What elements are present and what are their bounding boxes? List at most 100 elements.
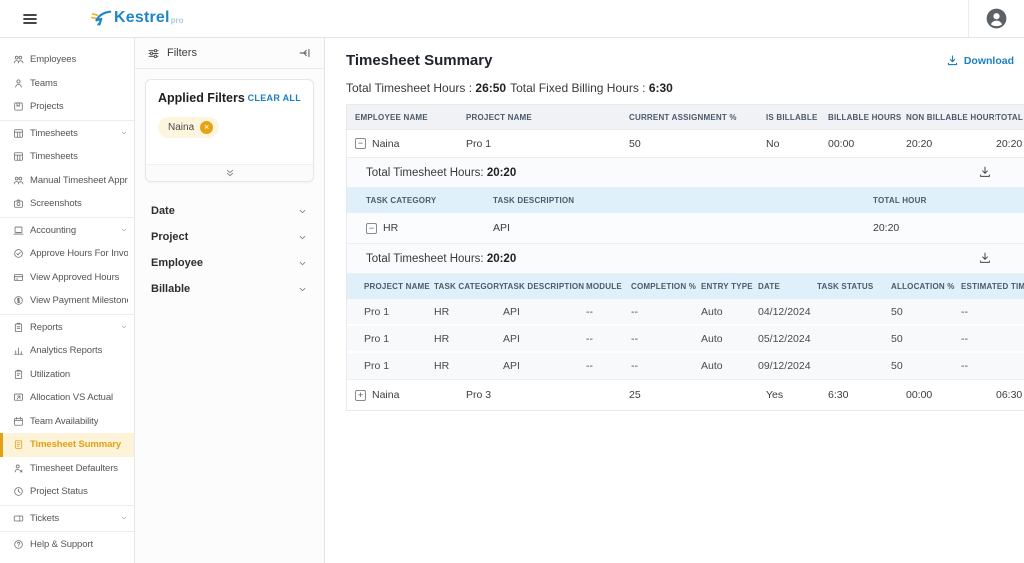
sidebar-divider: [0, 313, 134, 315]
download-subtable-icon[interactable]: [978, 165, 992, 179]
sidebar-item-manual-timesheet-approval[interactable]: Manual Timesheet Approval: [0, 169, 134, 193]
chevron-down-icon: [299, 287, 306, 291]
column-header: TASK CATEGORY: [366, 196, 437, 205]
defaulters-icon: [14, 464, 23, 473]
sidebar-divider: [0, 531, 134, 532]
sidebar-item-team-availability[interactable]: Team Availability: [0, 410, 134, 434]
download-icon: [980, 252, 990, 263]
employee-row[interactable]: − Naina Pro 1 50 No 00:00 20:20 20:20: [347, 130, 1024, 158]
sidebar-item-view-approved-hours[interactable]: View Approved Hours: [0, 266, 134, 290]
applied-filters-title: Applied Filters: [158, 91, 245, 105]
column-header: TOTAL HOURS: [996, 112, 1024, 122]
projects-icon: [14, 102, 23, 111]
column-header: IS BILLABLE: [766, 112, 818, 122]
collapse-card-button[interactable]: [146, 164, 313, 181]
timesheet-detail-row: Pro 1 HR API -- -- Auto 05/12/2024 50 --: [347, 326, 1024, 353]
brand-suffix: pro: [170, 15, 184, 25]
column-header: NON BILLABLE HOURS: [906, 112, 996, 122]
collapse-row-icon[interactable]: −: [366, 222, 377, 234]
chevron-down-icon: [299, 209, 306, 213]
topbar: Kestrel pro: [0, 0, 1024, 38]
column-header: ENTRY TYPE: [701, 282, 753, 291]
column-header: TASK DESCRIPTION: [493, 196, 575, 205]
sidebar: Employees Teams Projects Timesheets Timeshee…: [0, 38, 135, 563]
chevron-down-icon: [121, 132, 127, 135]
filter-sections: Date Project Employee Billable: [135, 192, 324, 308]
utilization-icon: [14, 369, 23, 379]
timesheets-icon: [14, 129, 23, 138]
user-icon: [986, 8, 1007, 29]
topbar-right: [968, 0, 1024, 37]
user-avatar[interactable]: [984, 6, 1009, 31]
filter-icon: [147, 47, 160, 60]
sidebar-item-teams[interactable]: Teams: [0, 72, 134, 96]
app-logo[interactable]: Kestrel pro: [88, 8, 184, 30]
clear-all-button[interactable]: CLEAR ALL: [248, 93, 301, 103]
chevron-down-icon: [121, 326, 127, 329]
filter-section-employee[interactable]: Employee: [137, 250, 322, 276]
sidebar-item-help-support[interactable]: Help & Support: [0, 533, 134, 557]
reports-icon: [14, 322, 23, 332]
column-header: MODULE: [586, 282, 622, 291]
sidebar-divider: [0, 216, 134, 218]
availability-icon: [14, 416, 23, 426]
sidebar-item-allocation-vs-actual[interactable]: Allocation VS Actual: [0, 386, 134, 410]
timesheet-detail-row: Pro 1 HR API -- -- Auto 09/12/2024 50 --: [347, 353, 1024, 380]
sidebar-item-tickets[interactable]: Tickets: [0, 507, 134, 531]
filter-section-project[interactable]: Project: [137, 224, 322, 250]
filter-section-date[interactable]: Date: [137, 198, 322, 224]
sidebar-item-view-payment-milestones[interactable]: View Payment Milestones: [0, 289, 134, 313]
double-chevron-down-icon: [226, 169, 233, 177]
totals-line: Total Timesheet Hours : 26:50 Total Fixed…: [346, 81, 1024, 95]
sidebar-item-employees[interactable]: Employees: [0, 48, 134, 72]
filter-panel: Filters Applied Filters CLEAR ALL Naina ×…: [135, 38, 325, 563]
manual-approval-icon: [13, 176, 24, 185]
expand-row-icon[interactable]: +: [355, 389, 366, 401]
sidebar-divider: [0, 504, 134, 506]
total-stat: Total Timesheet Hours : 26:50: [346, 81, 507, 95]
filter-section-billable[interactable]: Billable: [137, 276, 322, 302]
filter-chip: Naina ×: [158, 117, 220, 138]
subtotal-band: Total Timesheet Hours: 20:20: [347, 244, 1024, 274]
download-button[interactable]: Download: [946, 54, 1014, 67]
collapse-row-icon[interactable]: −: [355, 138, 366, 149]
column-header: BILLABLE HOURS: [828, 112, 902, 122]
approved-hours-icon: [13, 273, 24, 281]
column-header: TASK CATEGORY: [434, 282, 503, 291]
sidebar-item-approve-hours-for-invoicing[interactable]: Approve Hours For Invoicing: [0, 242, 134, 266]
brand-name: Kestrel: [114, 8, 170, 26]
sidebar-item-accounting[interactable]: Accounting: [0, 219, 134, 243]
sidebar-item-timesheets[interactable]: Timesheets: [0, 122, 134, 146]
sidebar-item-reports[interactable]: Reports: [0, 316, 134, 340]
column-header: PROJECT NAME: [466, 112, 532, 122]
column-header: PROJECT NAME: [364, 282, 430, 291]
subtotal-band: Total Timesheet Hours: 20:20: [347, 158, 1024, 188]
filter-panel-header: Filters: [135, 38, 324, 69]
sidebar-item-timesheet-defaulters[interactable]: Timesheet Defaulters: [0, 457, 134, 481]
collapse-panel-icon[interactable]: [298, 46, 312, 60]
chevron-down-icon: [299, 235, 306, 239]
column-header: TASK STATUS: [817, 282, 874, 291]
sidebar-item-utilization[interactable]: Utilization: [0, 363, 134, 387]
sidebar-item-analytics-reports[interactable]: Analytics Reports: [0, 339, 134, 363]
task-category-row[interactable]: − HR API 20:20: [347, 213, 1024, 244]
sidebar-item-timesheets[interactable]: Timesheets: [0, 145, 134, 169]
applied-filter-chips: Naina ×: [146, 109, 313, 164]
employee-row[interactable]: + Naina Pro 3 25 Yes 6:30 00:00 06:30: [347, 380, 1024, 410]
column-header: TASK DESCRIPTION: [503, 282, 585, 291]
menu-icon[interactable]: [22, 11, 38, 27]
column-header: CURRENT ASSIGNMENT %: [629, 112, 737, 122]
sidebar-item-timesheet-summary[interactable]: Timesheet Summary: [0, 433, 134, 457]
timesheet-detail-row: Pro 1 HR API -- -- Auto 04/12/2024 50 --: [347, 299, 1024, 326]
timesheets-icon: [14, 152, 23, 161]
remove-chip-icon[interactable]: ×: [200, 121, 214, 134]
help-icon: [14, 540, 23, 549]
applied-filters-card: Applied Filters CLEAR ALL Naina ×: [145, 79, 314, 182]
analytics-icon: [13, 347, 24, 355]
download-subtable-icon[interactable]: [978, 251, 992, 265]
status-icon: [14, 487, 23, 496]
sidebar-item-screenshots[interactable]: Screenshots: [0, 192, 134, 216]
sidebar-item-project-status[interactable]: Project Status: [0, 480, 134, 504]
sidebar-item-projects[interactable]: Projects: [0, 95, 134, 119]
chevron-down-icon: [121, 517, 127, 520]
